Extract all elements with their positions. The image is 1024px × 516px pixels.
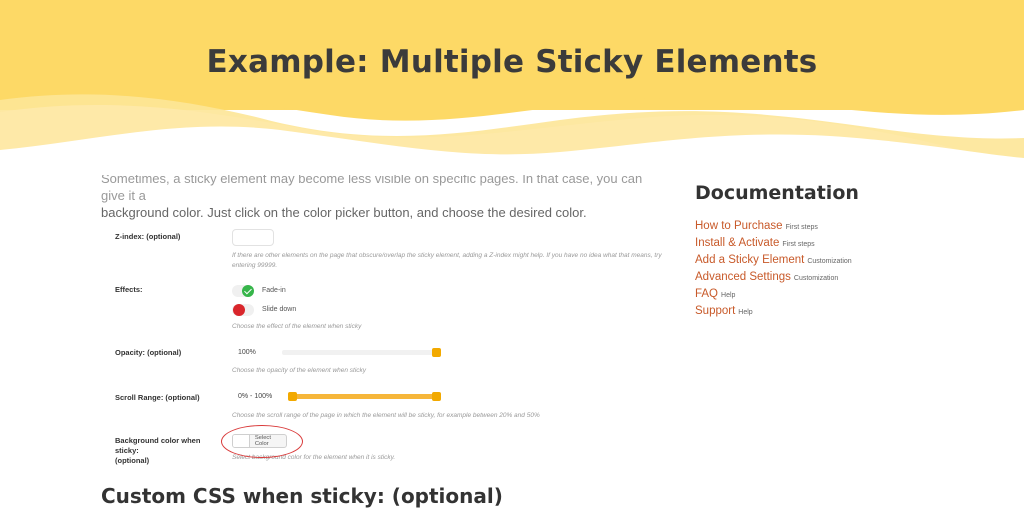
- doc-item-advanced-settings: Advanced Settings Customization: [695, 267, 852, 284]
- scroll-range-end-thumb[interactable]: [432, 392, 441, 401]
- doc-tag: Help: [738, 309, 753, 316]
- bg-color-hint: Select background color for the element …: [232, 454, 396, 461]
- fade-in-label: Fade-in: [262, 287, 286, 294]
- opacity-label: Opacity: (optional): [115, 348, 182, 357]
- doc-item-support: Support Help: [695, 301, 852, 318]
- doc-item-how-to-purchase: How to Purchase First steps: [695, 216, 852, 233]
- bg-color-label-line1: Background color when sticky:: [115, 436, 201, 455]
- scroll-range-fill: [293, 394, 437, 399]
- custom-css-heading: Custom CSS when sticky: (optional): [101, 484, 503, 508]
- bg-color-label-line2: (optional): [115, 456, 150, 465]
- zindex-label: Z-index: (optional): [115, 232, 181, 241]
- opacity-slider-thumb[interactable]: [432, 348, 441, 357]
- doc-tag: Customization: [807, 258, 852, 265]
- effects-hint: Choose the effect of the element when st…: [232, 323, 362, 330]
- documentation-list: How to Purchase First steps Install & Act…: [695, 216, 852, 318]
- scroll-range-start-thumb[interactable]: [288, 392, 297, 401]
- page-title: Example: Multiple Sticky Elements: [206, 44, 818, 80]
- doc-link-install-activate[interactable]: Install & Activate: [695, 237, 779, 249]
- effects-label: Effects:: [115, 285, 143, 294]
- page-banner: Example: Multiple Sticky Elements: [0, 0, 1024, 175]
- doc-link-add-sticky-element[interactable]: Add a Sticky Element: [695, 254, 804, 266]
- banner-waves: [0, 0, 1024, 175]
- opacity-value: 100%: [238, 349, 256, 356]
- doc-tag: Customization: [793, 275, 839, 282]
- sidebar-title: Documentation: [695, 182, 859, 204]
- bg-color-label: Background color when sticky: (optional): [115, 436, 225, 466]
- opacity-slider-track[interactable]: [282, 350, 438, 355]
- doc-tag: First steps: [785, 224, 818, 231]
- highlight-circle: [221, 425, 303, 458]
- intro-partial-line: Sometimes, a sticky element may become l…: [101, 171, 643, 203]
- opacity-hint: Choose the opacity of the element when s…: [232, 367, 367, 374]
- intro-text: Sometimes, a sticky element may become l…: [101, 170, 661, 221]
- doc-link-how-to-purchase[interactable]: How to Purchase: [695, 220, 783, 232]
- doc-tag: First steps: [782, 241, 815, 248]
- scroll-range-label: Scroll Range: (optional): [115, 393, 200, 402]
- doc-link-faq[interactable]: FAQ: [695, 288, 718, 300]
- zindex-input[interactable]: [232, 229, 274, 246]
- doc-item-install-activate: Install & Activate First steps: [695, 233, 852, 250]
- fade-in-check-icon: [242, 285, 254, 297]
- doc-link-advanced-settings[interactable]: Advanced Settings: [695, 271, 791, 283]
- doc-item-add-sticky-element: Add a Sticky Element Customization: [695, 250, 852, 267]
- intro-line: background color. Just click on the colo…: [101, 205, 587, 220]
- doc-tag: Help: [721, 292, 736, 299]
- slide-down-off-icon: [233, 304, 245, 316]
- doc-item-faq: FAQ Help: [695, 284, 852, 301]
- scroll-range-hint: Choose the scroll range of the page in w…: [232, 412, 540, 419]
- scroll-range-value: 0% - 100%: [238, 393, 273, 400]
- zindex-hint: If there are other elements on the page …: [232, 252, 662, 269]
- slide-down-label: Slide down: [262, 306, 297, 313]
- doc-link-support[interactable]: Support: [695, 305, 735, 317]
